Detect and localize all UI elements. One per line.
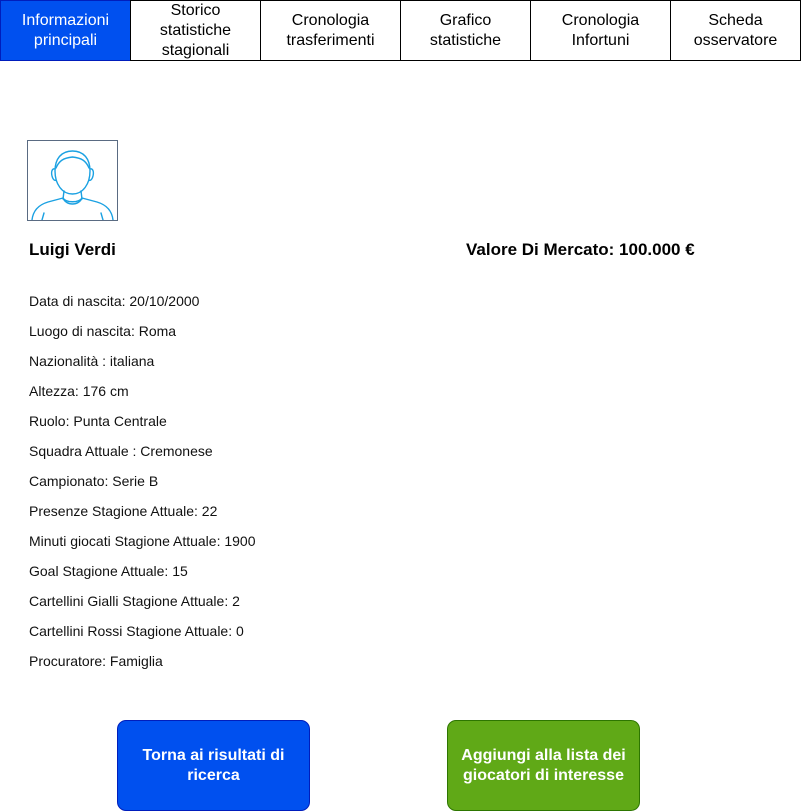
detail-birth-date: Data di nascita: 20/10/2000 xyxy=(29,293,200,309)
detail-goals: Goal Stagione Attuale: 15 xyxy=(29,563,188,579)
detail-current-team: Squadra Attuale : Cremonese xyxy=(29,443,213,459)
tab-bar: Informazioni principali Storico statisti… xyxy=(0,0,801,61)
tab-label: Cronologia Infortuni xyxy=(561,11,640,49)
tab-label: Storico statistiche stagionali xyxy=(159,1,232,59)
market-value: Valore Di Mercato: 100.000 € xyxy=(466,240,695,259)
detail-minutes: Minuti giocati Stagione Attuale: 1900 xyxy=(29,533,256,549)
tab-label: Informazioni principali xyxy=(21,11,110,49)
tab-informazioni-principali[interactable]: Informazioni principali xyxy=(0,0,131,61)
player-details-list: Data di nascita: 20/10/2000 Luogo di nas… xyxy=(29,292,256,682)
tab-grafico-statistiche[interactable]: Grafico statistiche xyxy=(400,0,531,61)
detail-birth-place: Luogo di nascita: Roma xyxy=(29,323,177,339)
detail-height: Altezza: 176 cm xyxy=(29,383,129,399)
detail-role: Ruolo: Punta Centrale xyxy=(29,413,167,429)
detail-red-cards: Cartellini Rossi Stagione Attuale: 0 xyxy=(29,623,244,639)
detail-yellow-cards: Cartellini Gialli Stagione Attuale: 2 xyxy=(29,593,240,609)
detail-league: Campionato: Serie B xyxy=(29,473,159,489)
tab-storico-statistiche[interactable]: Storico statistiche stagionali xyxy=(130,0,261,61)
avatar xyxy=(27,140,118,221)
tab-label: Scheda osservatore xyxy=(693,11,778,49)
detail-appearances: Presenze Stagione Attuale: 22 xyxy=(29,503,218,519)
back-to-results-label: Torna ai risultati di ricerca xyxy=(142,746,285,784)
tab-label: Grafico statistiche xyxy=(429,11,502,49)
add-to-interest-list-button[interactable]: Aggiungi alla lista dei giocatori di int… xyxy=(447,720,640,811)
back-to-results-button[interactable]: Torna ai risultati di ricerca xyxy=(117,720,310,811)
tab-cronologia-trasferimenti[interactable]: Cronologia trasferimenti xyxy=(260,0,401,61)
detail-agent: Procuratore: Famiglia xyxy=(29,653,163,669)
tab-cronologia-infortuni[interactable]: Cronologia Infortuni xyxy=(530,0,671,61)
tab-label: Cronologia trasferimenti xyxy=(286,11,375,49)
add-to-interest-list-label: Aggiungi alla lista dei giocatori di int… xyxy=(461,746,626,784)
player-name: Luigi Verdi xyxy=(29,240,116,259)
detail-nationality: Nazionalità : italiana xyxy=(29,353,155,369)
user-silhouette-icon xyxy=(31,150,114,220)
tab-scheda-osservatore[interactable]: Scheda osservatore xyxy=(670,0,801,61)
